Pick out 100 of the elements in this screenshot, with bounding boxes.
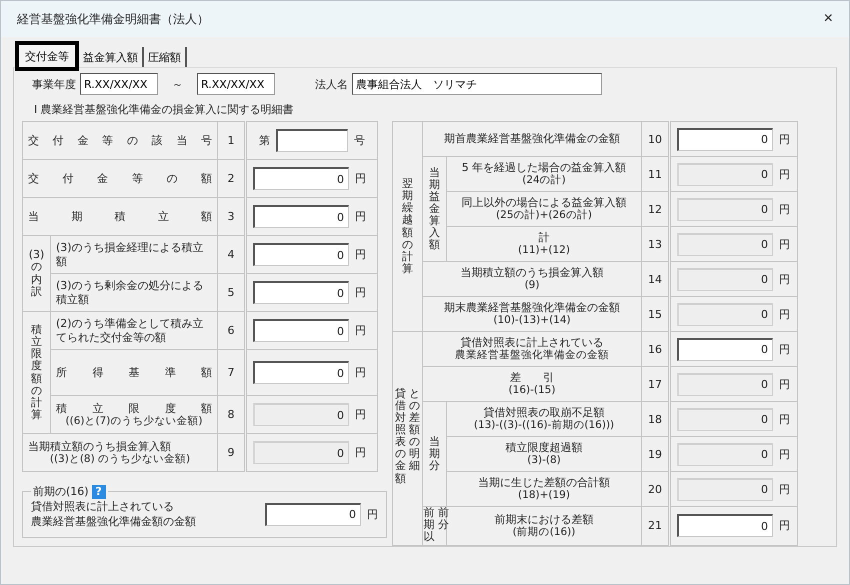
unit-label: 円 bbox=[355, 407, 366, 422]
close-button[interactable]: × bbox=[818, 8, 839, 30]
formula-label: (10)-(13)+(14) bbox=[492, 314, 572, 327]
row-label: 交付金等の該当号 bbox=[28, 134, 212, 148]
formula-label: (9) bbox=[524, 279, 540, 292]
row-label: 貸借対照表に計上されている bbox=[460, 336, 604, 350]
unit-label: 円 bbox=[779, 446, 790, 462]
unit-label: 円 bbox=[779, 518, 790, 534]
unit-label: 円 bbox=[355, 445, 366, 460]
row-label: 5 年を経過した場合の益金算入額 bbox=[460, 161, 628, 174]
row-number: 4 bbox=[228, 248, 234, 261]
row-number: 10 bbox=[648, 132, 662, 146]
tab[interactable]: 交付金等 bbox=[15, 41, 79, 71]
row-label: 期首農業経営基盤強化準備金の金額 bbox=[443, 132, 621, 146]
help-button[interactable]: ? bbox=[92, 484, 106, 498]
row-label: 前期末における差額 bbox=[494, 513, 594, 526]
field-label: 農業経営基盤強化準備金額の金額 bbox=[31, 514, 197, 529]
unit-label: 円 bbox=[779, 306, 790, 322]
group-box-title: 前期の(16) bbox=[33, 484, 89, 499]
amount-field[interactable]: 0 bbox=[253, 205, 349, 228]
group-label: 当期益金算入額 bbox=[428, 166, 441, 252]
amount-field[interactable] bbox=[276, 129, 348, 152]
group-label: 貸借対照表の金額との差額の明細 bbox=[394, 388, 421, 487]
unit-label: 円 bbox=[779, 272, 790, 286]
formula-label: (前期の(16)) bbox=[512, 526, 576, 539]
unit-label: 円 bbox=[779, 132, 790, 146]
field-label: 貸借対照表に計上されている bbox=[31, 499, 175, 514]
amount-field[interactable]: 0 bbox=[677, 514, 773, 538]
row-number: 12 bbox=[648, 202, 662, 216]
unit-label: 円 bbox=[779, 202, 790, 216]
unit-label: 号 bbox=[354, 133, 365, 148]
prefix-label: 第 bbox=[259, 133, 270, 148]
row-label: 計 bbox=[538, 231, 550, 244]
row-label: 所得基準額 bbox=[56, 366, 212, 380]
formula-label: ((6)と(7)のうち少ない金額) bbox=[64, 414, 204, 428]
row-number: 14 bbox=[648, 272, 662, 286]
field-label: 事業年度 bbox=[32, 76, 76, 92]
row-label: 当期積立額のうち損金算入額 bbox=[28, 440, 172, 453]
unit-label: 円 bbox=[367, 506, 378, 522]
row-number: 6 bbox=[228, 324, 234, 337]
unit-label: 円 bbox=[355, 171, 366, 186]
formula-label: (3)-(8) bbox=[526, 454, 562, 467]
window-title: 経営基盤強化準備金明細書（法人） bbox=[17, 10, 209, 28]
amount-field[interactable]: 0 bbox=[265, 502, 361, 526]
unit-label: 円 bbox=[355, 209, 366, 224]
amount-field[interactable]: 0 bbox=[253, 361, 349, 384]
row-number: 17 bbox=[648, 378, 662, 390]
row-label: 期末農業経営基盤強化準備金の金額 bbox=[443, 301, 621, 314]
name-field[interactable]: 農事組合法人 ソリマチ bbox=[352, 73, 602, 95]
row-number: 8 bbox=[228, 408, 234, 421]
amount-field[interactable]: 0 bbox=[253, 167, 349, 190]
range-separator: ～ bbox=[172, 76, 183, 92]
unit-label: 円 bbox=[355, 247, 366, 262]
row-number: 3 bbox=[228, 210, 234, 223]
unit-label: 円 bbox=[779, 376, 790, 392]
row-label: (2)のうち準備金として積み立てられた交付金等の額 bbox=[56, 317, 205, 344]
field-label: 法人名 bbox=[315, 76, 348, 92]
row-number: 19 bbox=[648, 448, 662, 460]
row-label: 積立限度超過額 bbox=[504, 441, 584, 454]
row-number: 2 bbox=[228, 172, 234, 185]
group-label: 翌期繰越額の計算 bbox=[401, 178, 414, 275]
unit-label: 円 bbox=[779, 342, 790, 356]
row-number: 7 bbox=[228, 366, 234, 379]
row-label: 貸借対照表の取崩不足額 bbox=[482, 406, 606, 420]
formula-label: 農業経営基盤強化準備金の金額 bbox=[454, 349, 610, 362]
row-number: 18 bbox=[648, 412, 662, 426]
unit-label: 円 bbox=[355, 285, 366, 300]
amount-field[interactable]: 0 bbox=[677, 338, 773, 360]
unit-label: 円 bbox=[779, 482, 790, 496]
formula-label: (13)-((3)-((16)-前期の(16))) bbox=[472, 419, 616, 432]
row-label: 当期に生じた差額の合計額 bbox=[477, 476, 611, 490]
formula-label: (11)+(12) bbox=[517, 244, 571, 257]
amount-field[interactable]: 0 bbox=[253, 281, 349, 304]
formula-label: (16)-(15) bbox=[508, 384, 556, 397]
row-number: 9 bbox=[228, 446, 234, 459]
amount-field[interactable]: 0 bbox=[253, 243, 349, 266]
row-label: 差 引 bbox=[509, 371, 555, 384]
unit-label: 円 bbox=[355, 323, 366, 338]
formula-label: ((3)と(8) のうち少ない金額) bbox=[48, 452, 192, 466]
row-number: 20 bbox=[648, 482, 662, 496]
row-number: 5 bbox=[228, 286, 234, 299]
formula-label: (24の計) bbox=[521, 174, 567, 187]
amount-field[interactable]: 0 bbox=[253, 319, 349, 342]
amount-field[interactable]: 0 bbox=[677, 128, 773, 150]
row-label: (3)のうち剰余金の処分による積立額 bbox=[56, 279, 205, 306]
row-label: 当期積立額 bbox=[28, 210, 212, 224]
unit-label: 円 bbox=[779, 236, 790, 252]
group-label: 前期以前分 bbox=[423, 507, 450, 545]
unit-label: 円 bbox=[355, 365, 366, 380]
group-label: 当期分 bbox=[428, 436, 441, 472]
formula-label: (18)+(19) bbox=[517, 489, 571, 502]
formula-label: (25の計)+(26の計) bbox=[495, 209, 593, 222]
row-label: 積立限度額 bbox=[56, 402, 212, 415]
row-label: (3)のうち損金経理による積立額 bbox=[56, 241, 205, 268]
date-field[interactable]: R.XX/XX/XX bbox=[80, 73, 158, 95]
row-label: 当期積立額のうち損金算入額 bbox=[460, 266, 604, 280]
date-field[interactable]: R.XX/XX/XX bbox=[197, 73, 275, 95]
row-label: 同上以外の場合による益金算入額 bbox=[460, 196, 628, 210]
group-label: 積立限度額の計算 bbox=[30, 324, 43, 421]
row-number: 21 bbox=[648, 519, 662, 532]
